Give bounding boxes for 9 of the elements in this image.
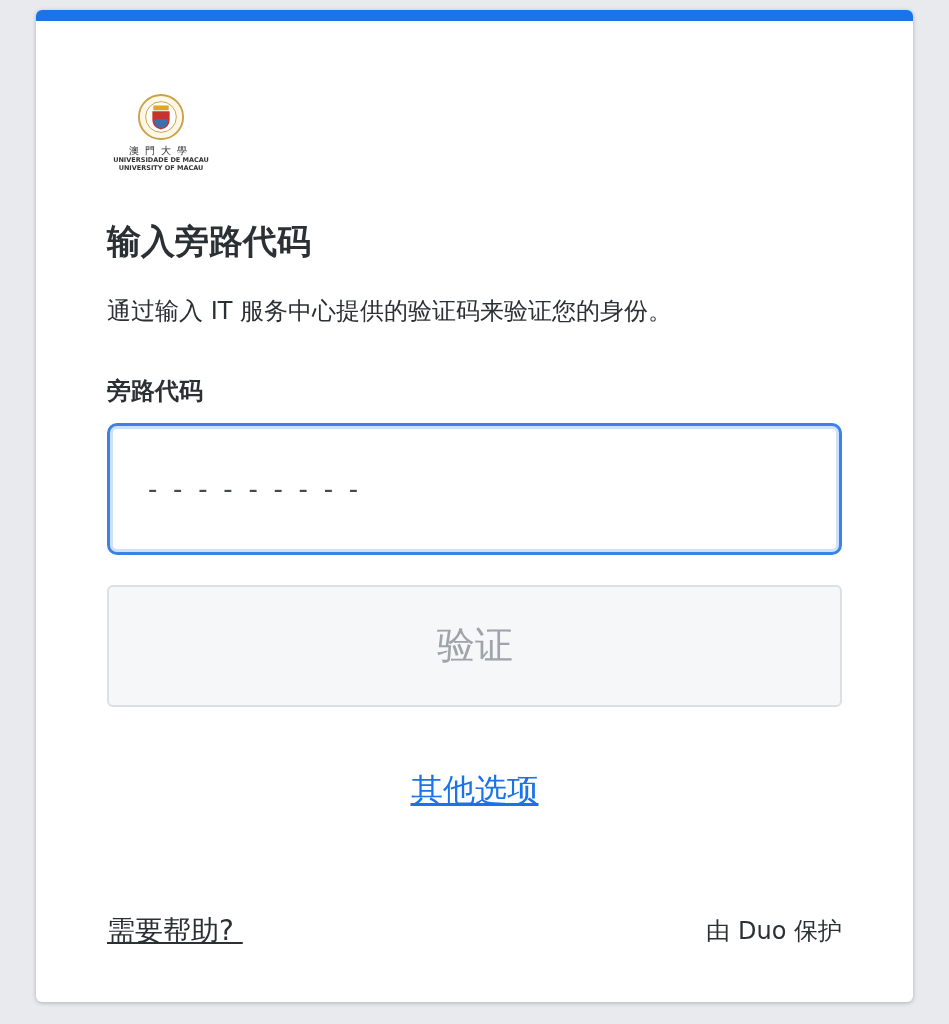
logo-chinese-text: 澳門大學 (129, 145, 193, 156)
description-text: 通过输入 IT 服务中心提供的验证码来验证您的身份。 (107, 295, 673, 327)
help-link[interactable]: 需要帮助? (107, 912, 243, 950)
other-options-link[interactable]: 其他选项 (410, 768, 539, 813)
protected-by-text: 由 Duo 保护 (706, 916, 842, 947)
crest-icon (137, 93, 185, 141)
field-label: 旁路代码 (107, 375, 204, 407)
bypass-code-field[interactable]: - - - - - - - - - (107, 422, 842, 555)
page-title: 输入旁路代码 (107, 219, 312, 263)
